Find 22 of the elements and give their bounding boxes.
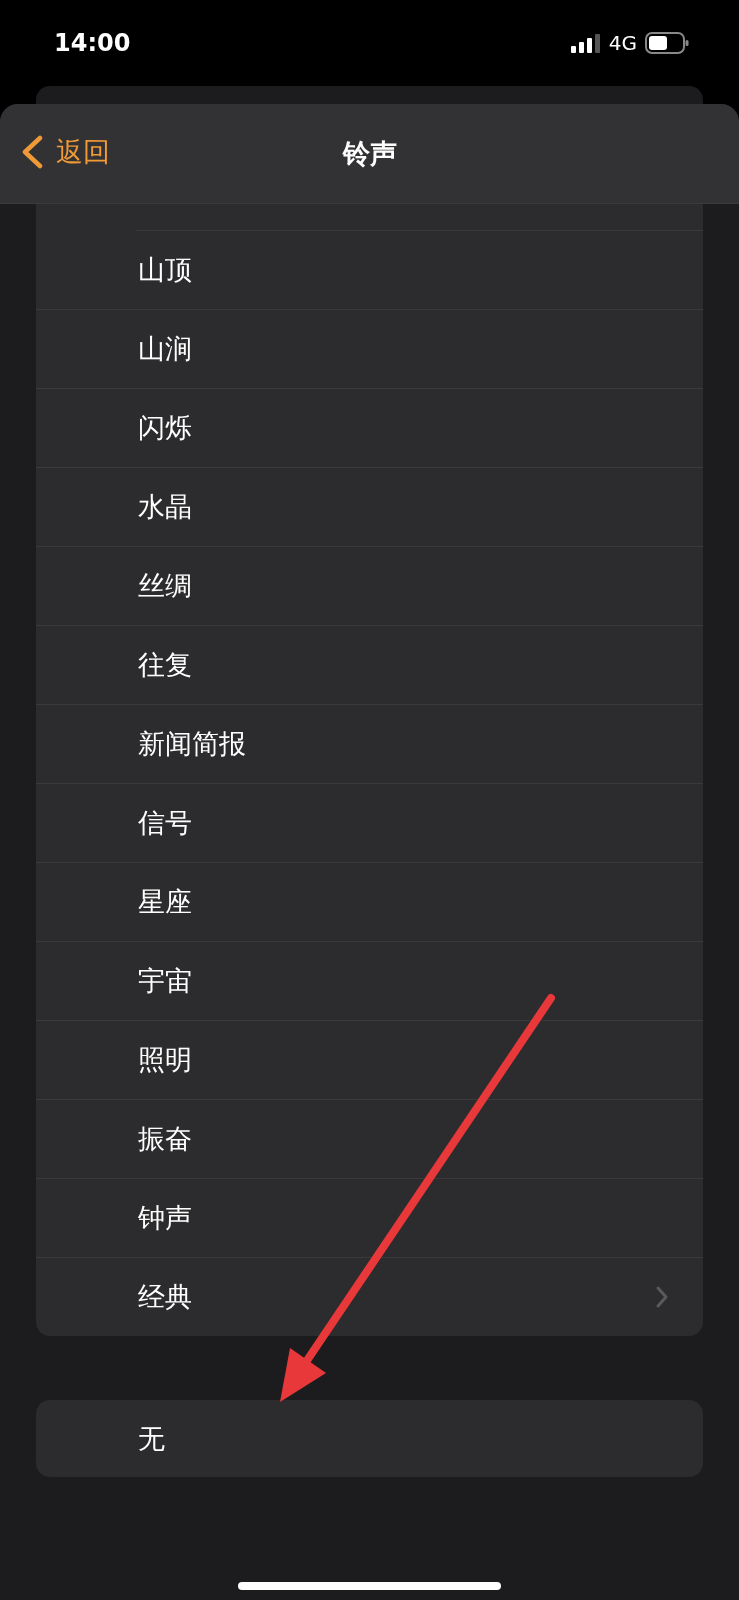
page-title: 铃声: [342, 136, 397, 171]
ringtone-item[interactable]: 新闻简报: [36, 705, 703, 784]
ringtone-item[interactable]: 山顶: [36, 231, 703, 310]
network-label: 4G: [608, 31, 637, 55]
ringtone-item[interactable]: 钟声: [36, 1179, 703, 1258]
ringtone-item[interactable]: 水晶: [36, 468, 703, 547]
status-time: 14:00: [54, 29, 131, 57]
ringtone-item[interactable]: 往复: [36, 626, 703, 705]
signal-icon: [570, 33, 601, 53]
ringtone-item[interactable]: 照明: [36, 1021, 703, 1100]
ringtone-item[interactable]: 信号: [36, 784, 703, 863]
back-button[interactable]: 返回: [20, 134, 110, 170]
ringtone-item[interactable]: 丝绸: [36, 547, 703, 626]
ringtone-item[interactable]: 闪烁: [36, 389, 703, 468]
ringtone-item[interactable]: 星座: [36, 863, 703, 942]
none-option[interactable]: 无: [36, 1400, 703, 1477]
ringtone-item[interactable]: 经典: [36, 1258, 703, 1336]
ringtone-item[interactable]: 振奋: [36, 1100, 703, 1179]
battery-icon: [645, 32, 689, 54]
ringtone-item[interactable]: 山涧: [36, 310, 703, 389]
ringtone-item[interactable]: 宇宙: [36, 942, 703, 1021]
chevron-left-icon: [20, 135, 44, 169]
